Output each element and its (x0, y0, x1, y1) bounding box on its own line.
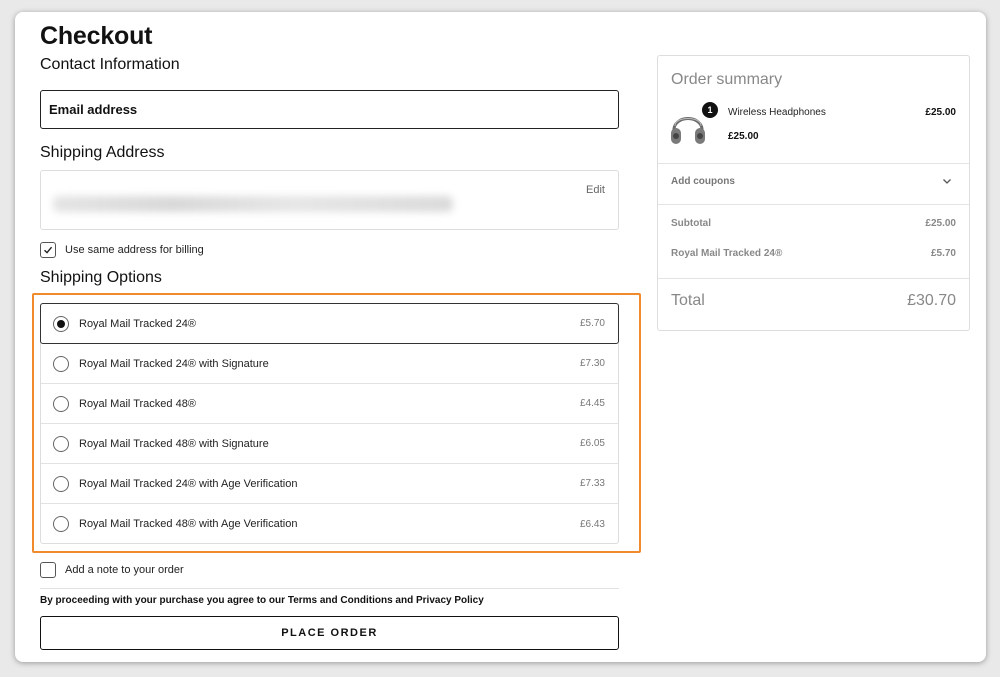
order-note-checkbox[interactable] (40, 562, 56, 578)
radio-selected[interactable] (53, 315, 69, 332)
radio-unselected[interactable] (53, 395, 69, 412)
shipping-option-price: £7.33 (579, 478, 605, 489)
product-name: Wireless Headphones (728, 107, 826, 118)
shipping-option[interactable]: Royal Mail Tracked 48® with Signature £6… (41, 424, 618, 464)
shipping-option-label: Royal Mail Tracked 24® with Age Verifica… (79, 477, 298, 490)
shipping-options-heading: Shipping Options (40, 269, 162, 286)
shipping-option-label: Royal Mail Tracked 24® (79, 317, 196, 330)
shipping-option-price: £4.45 (579, 398, 605, 409)
total-row: Total £30.70 (671, 292, 956, 310)
shipping-option-price: £6.05 (579, 438, 605, 449)
shipping-cost-row: Royal Mail Tracked 24® £5.70 (671, 248, 956, 259)
shipping-option-price: £7.30 (579, 358, 605, 369)
shipping-option[interactable]: Royal Mail Tracked 24® with Age Verifica… (41, 464, 618, 504)
divider (658, 163, 969, 164)
shipping-option-price: £6.43 (579, 518, 605, 530)
divider (658, 204, 969, 205)
same-billing-checkbox[interactable] (40, 242, 56, 258)
radio-unselected[interactable] (53, 516, 69, 532)
same-billing-row[interactable]: Use same address for billing (40, 242, 204, 258)
shipping-option[interactable]: Royal Mail Tracked 24® £5.70 (40, 303, 619, 344)
product-line-price: £25.00 (925, 107, 956, 118)
email-field[interactable]: Email address (40, 90, 619, 129)
shipping-option-label: Royal Mail Tracked 48® with Age Verifica… (79, 518, 298, 530)
shipping-option[interactable]: Royal Mail Tracked 48® £4.45 (41, 384, 618, 424)
shipping-option-price: £5.70 (579, 318, 605, 329)
shipping-option[interactable]: Royal Mail Tracked 24® with Signature £7… (41, 344, 618, 384)
radio-unselected[interactable] (53, 355, 69, 372)
product-unit-price: £25.00 (728, 131, 759, 142)
place-order-button[interactable]: PLACE ORDER (40, 616, 619, 650)
shipping-cost-label: Royal Mail Tracked 24® (671, 248, 783, 259)
same-billing-label: Use same address for billing (65, 244, 204, 256)
divider (40, 588, 619, 589)
shipping-option-label: Royal Mail Tracked 24® with Signature (79, 357, 269, 370)
order-note-row[interactable]: Add a note to your order (40, 562, 184, 578)
shipping-cost-value: £5.70 (930, 248, 956, 259)
order-note-label: Add a note to your order (65, 564, 184, 576)
edit-address-link[interactable]: Edit (586, 184, 605, 196)
subtotal-value: £25.00 (925, 218, 956, 229)
email-placeholder: Email address (49, 102, 138, 117)
shipping-address-heading: Shipping Address (40, 144, 165, 161)
shipping-option-label: Royal Mail Tracked 48® with Signature (79, 437, 269, 450)
contact-heading: Contact Information (40, 56, 180, 73)
radio-unselected[interactable] (53, 475, 69, 492)
radio-unselected[interactable] (53, 435, 69, 452)
checkout-window: Checkout Contact Information Email addre… (15, 12, 986, 662)
page-title: Checkout (40, 22, 153, 50)
terms-text: By proceeding with your purchase you agr… (40, 595, 484, 606)
subtotal-row: Subtotal £25.00 (671, 218, 956, 229)
shipping-options-list: Royal Mail Tracked 24® £5.70 Royal Mail … (40, 303, 619, 544)
divider (658, 278, 969, 279)
quantity-badge: 1 (702, 102, 718, 118)
shipping-address-box: Edit (40, 170, 619, 230)
shipping-option[interactable]: Royal Mail Tracked 48® with Age Verifica… (41, 504, 618, 544)
add-coupons-toggle[interactable]: Add coupons (671, 176, 735, 187)
total-label: Total (671, 292, 705, 309)
shipping-option-label: Royal Mail Tracked 48® (79, 397, 196, 410)
order-summary-title: Order summary (671, 71, 783, 88)
order-summary-panel: Order summary 1 Wireless Headphones £25.… (657, 55, 970, 331)
checkmark-icon (44, 246, 53, 254)
chevron-down-icon[interactable] (941, 175, 953, 187)
redacted-address (53, 196, 453, 212)
total-value: £30.70 (907, 292, 956, 309)
subtotal-label: Subtotal (671, 218, 711, 229)
